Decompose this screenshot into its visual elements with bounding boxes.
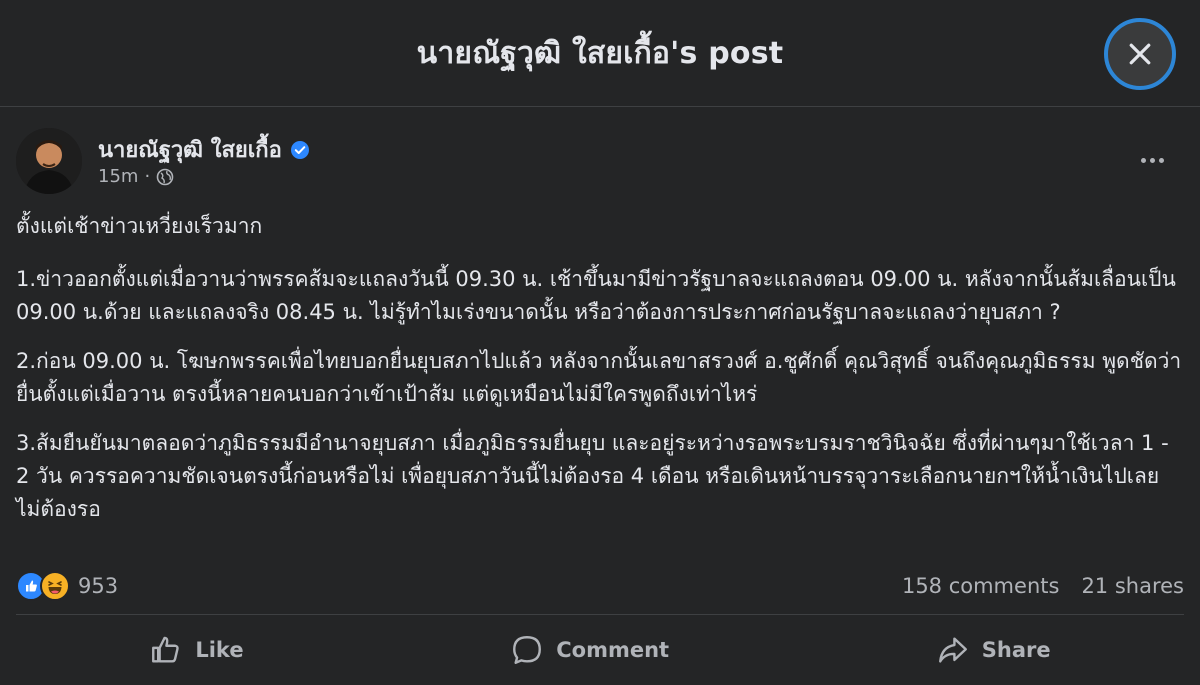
- like-icon: [152, 636, 180, 663]
- more-dot: [1149, 157, 1155, 163]
- share-button[interactable]: Share: [896, 625, 1091, 675]
- reaction-count[interactable]: 953: [78, 574, 118, 598]
- reactions-summary[interactable]: 953: [16, 571, 118, 601]
- post-actions: Like Comment Share: [16, 622, 1184, 678]
- avatar[interactable]: [16, 128, 82, 194]
- like-label: Like: [195, 638, 244, 662]
- like-button[interactable]: Like: [109, 625, 283, 675]
- post-paragraph: 3.ส้มยืนยันมาตลอดว่าภูมิธรรมมีอำนาจยุบสภ…: [16, 431, 1169, 521]
- globe-icon: [156, 168, 174, 185]
- post-header: นายณัฐวุฒิ ใสยเกื้อ 15m ·: [16, 128, 1184, 194]
- modal-header: นายณัฐวุฒิ ใสยเกื้อ's post: [0, 0, 1200, 107]
- more-icon: [1140, 157, 1146, 163]
- share-icon: [938, 637, 967, 663]
- close-button[interactable]: [1104, 18, 1176, 90]
- author-name-text[interactable]: นายณัฐวุฒิ ใสยเกื้อ: [98, 132, 282, 167]
- comment-label: Comment: [556, 638, 670, 662]
- verified-badge-icon: [290, 140, 309, 159]
- shares-count[interactable]: 21 shares: [1081, 574, 1184, 598]
- engagement-counts: 158 comments 21 shares: [902, 574, 1184, 598]
- comments-count[interactable]: 158 comments: [902, 574, 1059, 598]
- actions-divider: [16, 614, 1184, 615]
- reaction-icons: [16, 571, 70, 601]
- meta-separator: ·: [144, 166, 151, 187]
- author-name[interactable]: นายณัฐวุฒิ ใสยเกื้อ: [98, 132, 310, 167]
- more-options-button[interactable]: [1132, 140, 1172, 180]
- post-paragraph: ตั้งแต่เช้าข่าวเหวี่ยงเร็วมาก: [16, 214, 263, 238]
- comment-button[interactable]: Comment: [470, 625, 709, 675]
- share-label: Share: [981, 638, 1051, 662]
- post-stats: 953 158 comments 21 shares: [16, 568, 1184, 604]
- close-icon: [1129, 43, 1151, 65]
- haha-reaction-icon: [40, 571, 70, 601]
- comment-icon: [513, 636, 542, 664]
- post-time[interactable]: 15m: [98, 166, 138, 187]
- post-paragraph: 1.ข่าวออกตั้งแต่เมื่อวานว่าพรรคส้มจะแถลง…: [16, 267, 1176, 324]
- post-text: ตั้งแต่เช้าข่าวเหวี่ยงเร็วมาก 1.ข่าวออกต…: [16, 210, 1184, 542]
- modal-title: นายณัฐวุฒิ ใสยเกื้อ's post: [416, 35, 784, 71]
- post-modal: นายณัฐวุฒิ ใสยเกื้อ's post นายณัฐวุฒิ ใส…: [0, 0, 1200, 685]
- more-dot: [1158, 157, 1164, 163]
- post-paragraph: 2.ก่อน 09.00 น. โฆษกพรรคเพื่อไทยบอกยื่นย…: [16, 349, 1182, 406]
- post-meta: 15m ·: [98, 166, 174, 187]
